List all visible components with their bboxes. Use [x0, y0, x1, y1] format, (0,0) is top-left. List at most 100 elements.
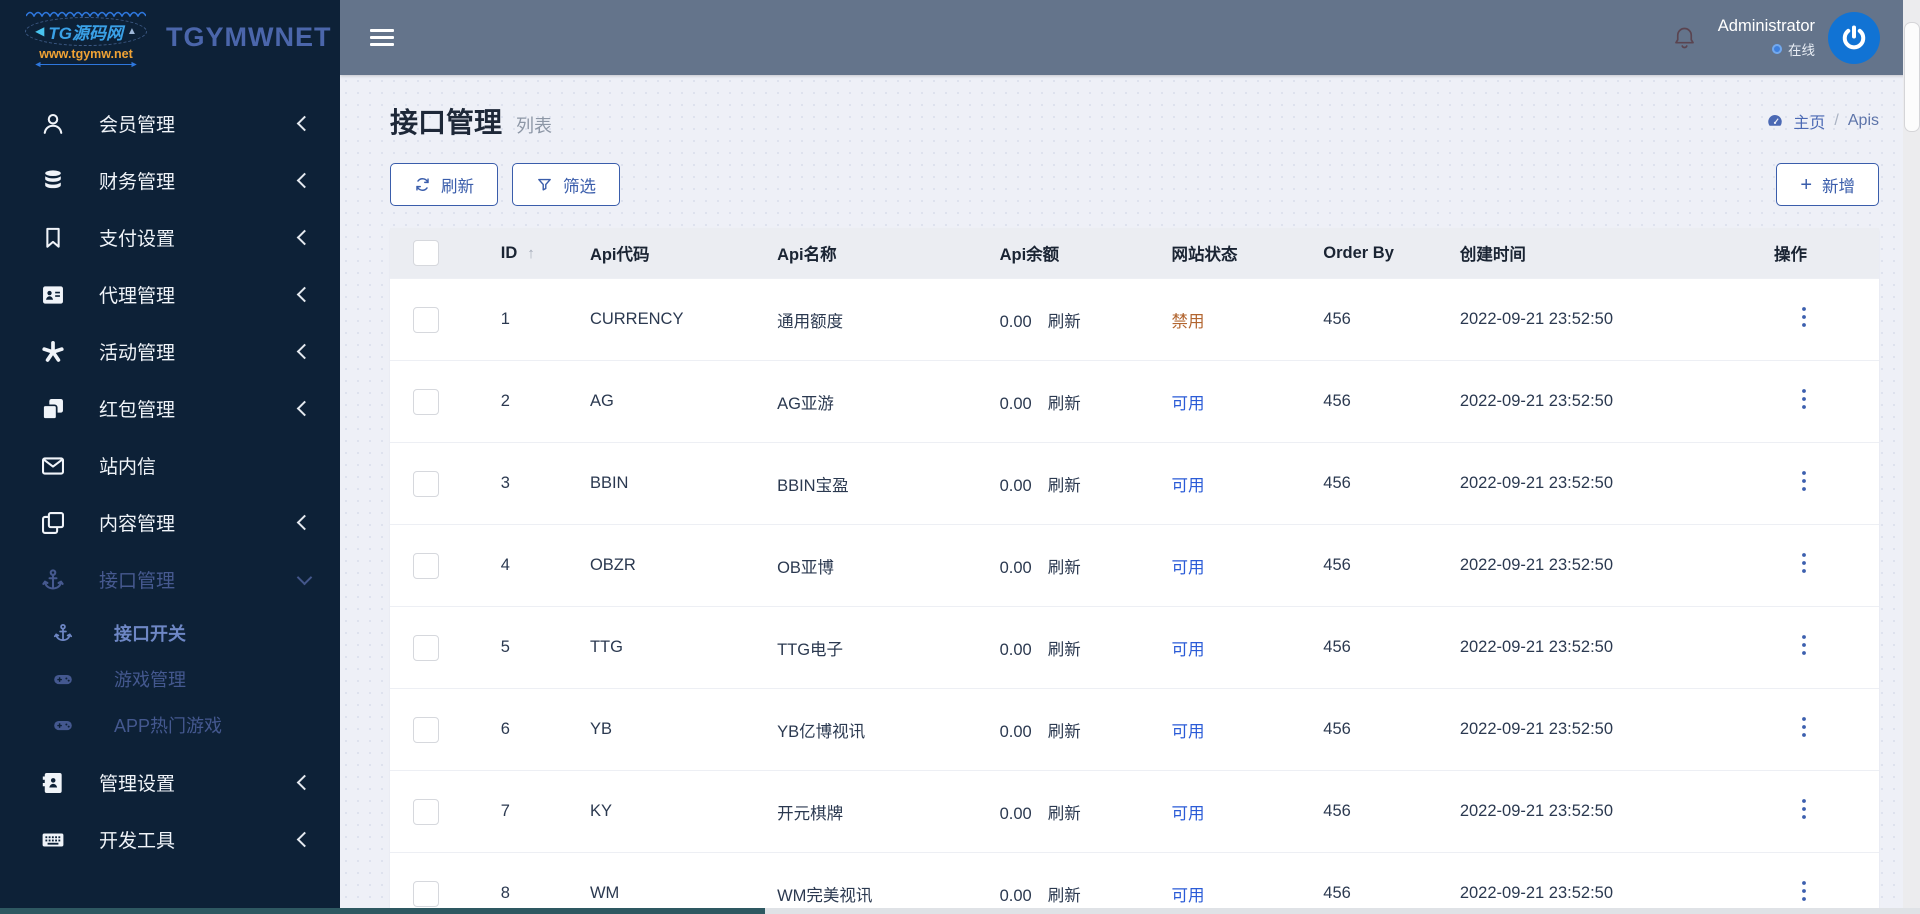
paper-plane-icon: ◀	[35, 24, 45, 38]
balance-refresh-link[interactable]: 刷新	[1048, 641, 1081, 659]
sidebar-item-5[interactable]: 红包管理	[0, 380, 340, 437]
add-button-label: 新增	[1822, 177, 1855, 196]
cell-order-by: 456	[1295, 278, 1432, 361]
row-actions-menu[interactable]	[1801, 716, 1807, 738]
sidebar-item-label: 代理管理	[99, 286, 176, 307]
vertical-scrollbar	[1903, 0, 1920, 908]
cell-id: 8	[460, 852, 562, 914]
status-toggle[interactable]: 可用	[1172, 887, 1205, 905]
id-card-icon	[40, 282, 66, 308]
sidebar-item-8[interactable]: 接口管理	[0, 551, 340, 608]
dashboard-icon	[1768, 115, 1783, 126]
status-toggle[interactable]: 可用	[1172, 477, 1205, 495]
cell-order-by: 456	[1295, 442, 1432, 525]
sidebar-subitem-label: APP热门游戏	[114, 716, 223, 736]
table-header-row: ID ↑ Api代码 Api名称 Api余额 网站状态 Order By 创建时间 操作	[390, 228, 1879, 279]
user-avatar-power-button[interactable]	[1828, 11, 1880, 64]
sidebar-item-9[interactable]: 管理设置	[0, 754, 340, 811]
status-toggle[interactable]: 可用	[1172, 641, 1205, 659]
sidebar-subitem-8-1[interactable]: 游戏管理	[0, 656, 340, 702]
balance-refresh-link[interactable]: 刷新	[1048, 477, 1081, 495]
sidebar-item-0[interactable]: 会员管理	[0, 95, 340, 152]
sidebar-item-7[interactable]: 内容管理	[0, 494, 340, 551]
balance-refresh-link[interactable]: 刷新	[1048, 805, 1081, 823]
vertical-scrollbar-thumb[interactable]	[1904, 22, 1920, 132]
cell-api-code: BBIN	[561, 442, 750, 525]
status-toggle[interactable]: 可用	[1172, 723, 1205, 741]
keyboard-icon	[40, 827, 66, 853]
hamburger-menu-button[interactable]	[370, 28, 394, 47]
row-checkbox[interactable]	[413, 306, 439, 333]
row-checkbox[interactable]	[413, 880, 439, 907]
sidebar-item-6[interactable]: 站内信	[0, 437, 340, 494]
status-toggle[interactable]: 可用	[1172, 395, 1205, 413]
apis-table: ID ↑ Api代码 Api名称 Api余额 网站状态 Order By 创建时间 操作 1 CUR…	[390, 228, 1879, 914]
anchor-icon	[52, 622, 74, 644]
breadcrumb-separator: /	[1834, 112, 1839, 129]
cell-order-by: 456	[1295, 606, 1432, 689]
sidebar-item-2[interactable]: 支付设置	[0, 209, 340, 266]
refresh-button[interactable]: 刷新	[390, 163, 498, 206]
logo-url: www.tgymw.net	[39, 46, 133, 61]
bookmark-icon	[40, 225, 66, 251]
power-icon	[1842, 24, 1866, 49]
horizontal-scrollbar-thumb[interactable]	[0, 908, 765, 914]
row-checkbox[interactable]	[413, 470, 439, 497]
row-actions-menu[interactable]	[1801, 880, 1807, 902]
row-actions-menu[interactable]	[1801, 552, 1807, 574]
select-all-checkbox[interactable]	[413, 240, 439, 266]
breadcrumb: 主页 / Apis	[1766, 109, 1879, 133]
database-icon	[40, 168, 66, 194]
breadcrumb-current: Apis	[1847, 112, 1879, 129]
cell-api-name: 通用额度	[749, 278, 972, 361]
row-checkbox[interactable]	[413, 716, 439, 743]
balance-refresh-link[interactable]: 刷新	[1048, 559, 1081, 577]
filter-button[interactable]: 筛选	[512, 163, 620, 206]
cell-api-code: WM	[561, 852, 750, 914]
row-checkbox[interactable]	[413, 798, 439, 825]
table-row: 6 YB YB亿博视讯 0.00 刷新 可用 456 2022-09-21 23:52:50	[390, 688, 1879, 771]
chevron-left-icon	[296, 343, 313, 360]
balance-refresh-link[interactable]: 刷新	[1048, 395, 1081, 413]
sidebar-item-label: 活动管理	[99, 343, 176, 364]
row-actions-menu[interactable]	[1801, 634, 1807, 656]
row-checkbox[interactable]	[413, 552, 439, 579]
sidebar-item-label: 接口管理	[99, 571, 176, 592]
gamepad-icon	[52, 714, 74, 736]
sidebar-item-3[interactable]: 代理管理	[0, 266, 340, 323]
sidebar-item-label: 财务管理	[99, 172, 176, 193]
cell-id: 3	[460, 442, 562, 525]
sidebar-subitem-8-2[interactable]: APP热门游戏	[0, 702, 340, 748]
row-checkbox[interactable]	[413, 634, 439, 661]
logo-oval: ◀ TG源码网 ▲	[25, 16, 147, 46]
user-info: Administrator 在线	[1718, 17, 1815, 59]
notifications-bell-icon[interactable]	[1671, 24, 1698, 51]
sidebar-item-10[interactable]: 开发工具	[0, 811, 340, 868]
sidebar-item-1[interactable]: 财务管理	[0, 152, 340, 209]
row-actions-menu[interactable]	[1801, 306, 1807, 328]
copy-icon	[40, 510, 66, 536]
cell-order-by: 456	[1295, 852, 1432, 914]
cell-id: 1	[460, 278, 562, 361]
brand-logo: ◀ TG源码网 ▲ www.tgymw.net TGYMWNET	[0, 0, 340, 75]
table-card: ID ↑ Api代码 Api名称 Api余额 网站状态 Order By 创建时间 操作 1 CUR…	[390, 228, 1879, 914]
row-checkbox[interactable]	[413, 388, 439, 415]
balance-refresh-link[interactable]: 刷新	[1048, 723, 1081, 741]
cell-api-code: CURRENCY	[561, 278, 750, 361]
row-actions-menu[interactable]	[1801, 388, 1807, 410]
balance-refresh-link[interactable]: 刷新	[1048, 887, 1081, 905]
topbar: Administrator 在线	[340, 0, 1920, 75]
status-toggle[interactable]: 禁用	[1172, 313, 1205, 331]
cell-created-at: 2022-09-21 23:52:50	[1431, 442, 1695, 525]
balance-refresh-link[interactable]: 刷新	[1048, 313, 1081, 331]
sidebar-subitem-8-0[interactable]: 接口开关	[0, 610, 340, 656]
sort-ascending-icon[interactable]: ↑	[527, 245, 535, 262]
status-toggle[interactable]: 可用	[1172, 559, 1205, 577]
add-button[interactable]: + 新增	[1776, 163, 1879, 206]
table-row: 8 WM WM完美视讯 0.00 刷新 可用 456 2022-09-21 23:52:50	[390, 852, 1879, 914]
status-toggle[interactable]: 可用	[1172, 805, 1205, 823]
row-actions-menu[interactable]	[1801, 798, 1807, 820]
sidebar-item-4[interactable]: 活动管理	[0, 323, 340, 380]
breadcrumb-home-link[interactable]: 主页	[1793, 109, 1825, 133]
row-actions-menu[interactable]	[1801, 470, 1807, 492]
